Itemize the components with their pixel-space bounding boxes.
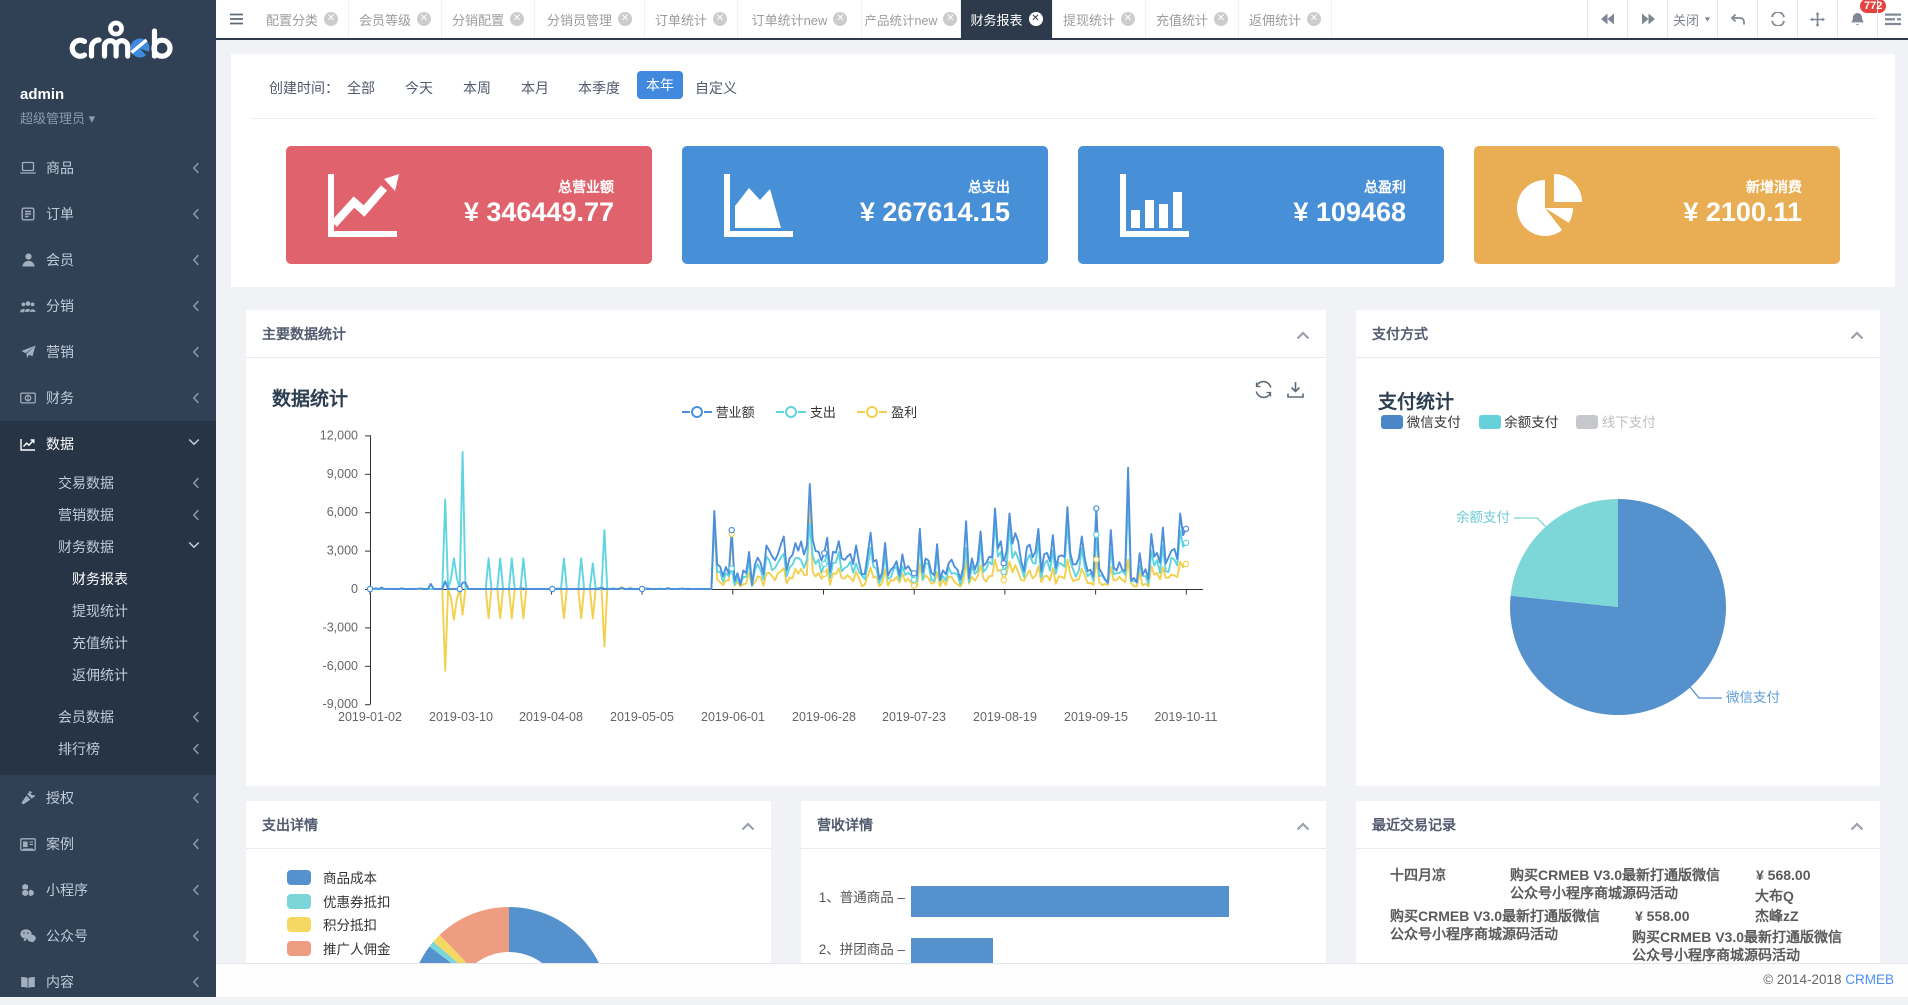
svg-text:-6,000: -6,000	[323, 659, 358, 673]
svg-text:2019-06-01: 2019-06-01	[701, 710, 765, 724]
svg-text:2019-08-19: 2019-08-19	[973, 710, 1037, 724]
svg-text:2019-10-11: 2019-10-11	[1154, 710, 1217, 724]
svg-text:2019-07-23: 2019-07-23	[882, 710, 946, 724]
svg-text:2019-06-28: 2019-06-28	[792, 710, 856, 724]
svg-text:-3,000: -3,000	[323, 620, 358, 634]
svg-text:2019-05-05: 2019-05-05	[610, 710, 674, 724]
svg-text:1: 1	[26, 396, 29, 402]
svg-text:2019-09-15: 2019-09-15	[1064, 710, 1128, 724]
svg-text:余额支付: 余额支付	[1456, 509, 1510, 525]
svg-text:2019-01-02: 2019-01-02	[338, 710, 402, 724]
svg-text:9,000: 9,000	[327, 467, 358, 481]
svg-text:12,000: 12,000	[320, 428, 358, 442]
svg-text:2019-04-08: 2019-04-08	[519, 710, 583, 724]
svg-text:3,000: 3,000	[327, 544, 358, 558]
svg-text:6,000: 6,000	[327, 505, 358, 519]
svg-text:微信支付: 微信支付	[1726, 690, 1780, 705]
svg-text:0: 0	[351, 582, 358, 596]
svg-text:2019-03-10: 2019-03-10	[429, 710, 493, 724]
